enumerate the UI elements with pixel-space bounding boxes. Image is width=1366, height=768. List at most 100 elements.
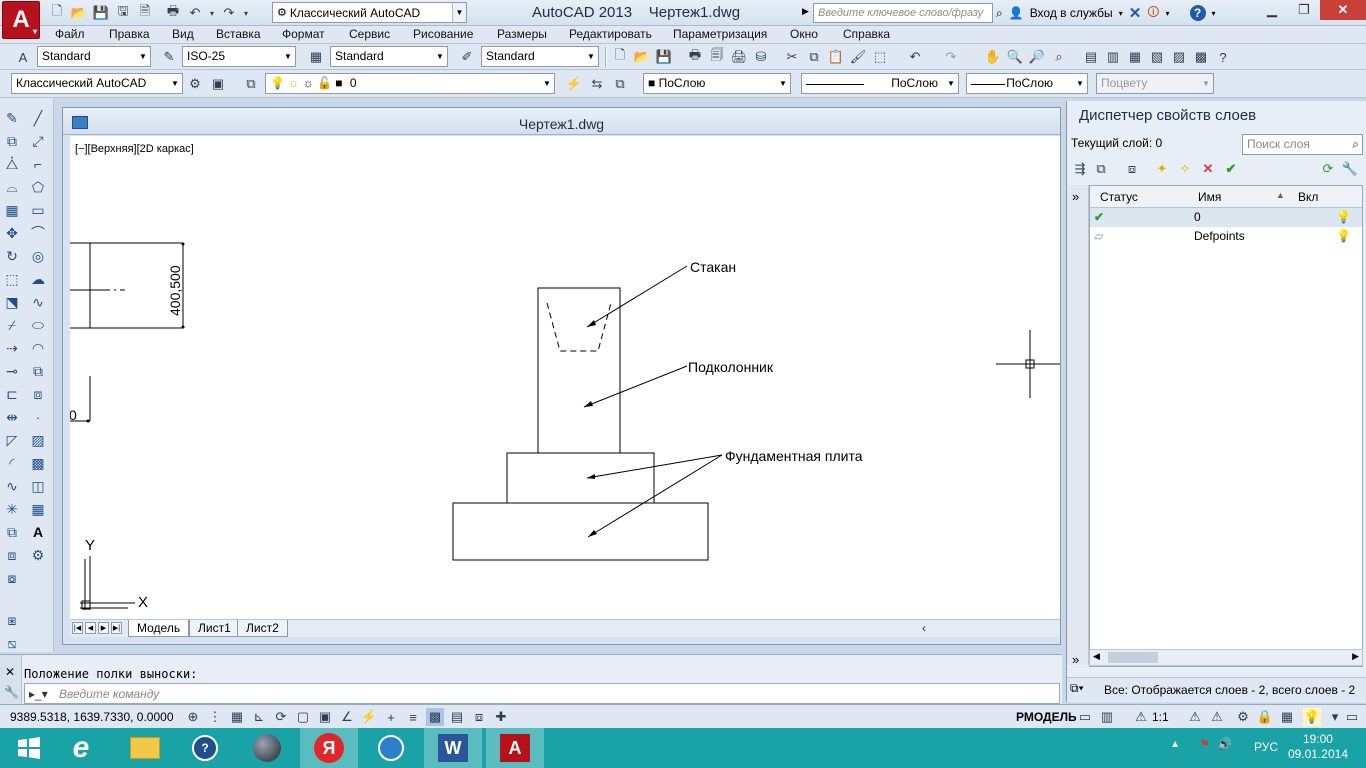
scroll-thumb[interactable]	[1108, 652, 1158, 663]
application-menu-button[interactable]: A ▾	[2, 1, 40, 39]
dim-style-icon[interactable]: ✎	[160, 48, 178, 66]
color-select[interactable]: ■ ПоСлою ▼	[643, 73, 791, 94]
input-language[interactable]: РУС	[1254, 740, 1278, 754]
zoom-previous-icon[interactable]: ⌕	[1050, 48, 1068, 66]
layer-states-icon[interactable]: ⧉	[611, 75, 629, 93]
publish-3d-icon[interactable]: ⛁	[752, 48, 770, 66]
layer-list-hscrollbar[interactable]: ◀ ▶	[1089, 649, 1363, 666]
workspace-settings-icon[interactable]: ▣	[209, 75, 227, 93]
column-status[interactable]: Статус	[1100, 190, 1138, 204]
layer-previous-icon[interactable]: ⇆	[588, 75, 606, 93]
object-snap-icon[interactable]: ▢	[294, 708, 312, 726]
signin-button[interactable]: Вход в службы	[1030, 6, 1113, 20]
markup-icon[interactable]: ▨	[1170, 48, 1188, 66]
layout-icon[interactable]: ▥	[1098, 708, 1116, 726]
taskbar-remote[interactable]	[362, 728, 420, 768]
grid-icon[interactable]: ▦	[228, 708, 246, 726]
new-property-filter-icon[interactable]: ⇶	[1071, 160, 1089, 178]
print-icon[interactable]: 🖶	[686, 47, 704, 66]
help-icon[interactable]: ?	[1189, 5, 1206, 21]
rotate-icon[interactable]: ↻	[2, 246, 22, 266]
explode-icon[interactable]: ✳	[2, 499, 22, 519]
erase-icon[interactable]: ✎	[2, 108, 22, 128]
taskbar-media[interactable]	[238, 728, 296, 768]
move-icon[interactable]: ✥	[2, 223, 22, 243]
menu-draw[interactable]: Рисование	[413, 27, 473, 41]
table-style-icon[interactable]: ▦	[307, 48, 325, 66]
infer-constraints-icon[interactable]: ⊕	[184, 708, 202, 726]
layer-states-icon[interactable]: ⧈	[1123, 160, 1141, 178]
expand-filter-icon[interactable]: »	[1072, 189, 1079, 204]
region-icon[interactable]: ◫	[28, 476, 48, 496]
break-icon[interactable]: ⊏	[2, 384, 22, 404]
exchange-icon[interactable]: ✕	[1129, 4, 1142, 22]
trim-icon[interactable]: ⌿	[2, 315, 22, 335]
gear-icon[interactable]: ⚙	[186, 75, 204, 93]
hatch-back-icon[interactable]: ⧅	[2, 633, 22, 653]
clock[interactable]: 19:00 09.01.2014	[1288, 732, 1348, 762]
save-icon[interactable]: 💾	[92, 4, 110, 22]
annotation-scale-select[interactable]: 1:1	[1152, 710, 1169, 724]
refresh-icon[interactable]: ⟳	[1319, 160, 1337, 178]
menu-insert[interactable]: Вставка	[216, 27, 261, 41]
print-icon[interactable]: 🖶	[164, 3, 182, 22]
delete-layer-icon[interactable]: ✕	[1199, 160, 1217, 178]
command-prompt-icon[interactable]: ▸_▾	[29, 687, 48, 701]
lightbulb-icon[interactable]: 💡	[1336, 210, 1351, 224]
status-menu-icon[interactable]: ▾	[1326, 708, 1344, 726]
new-group-filter-icon[interactable]: ⧉	[1092, 160, 1110, 178]
command-input[interactable]: ▸_▾ Введите команду	[24, 683, 1060, 704]
chevron-down-icon[interactable]: ▾	[1119, 9, 1123, 18]
lineweight-icon[interactable]: ≡	[404, 708, 422, 726]
properties-icon[interactable]: ▤	[1082, 48, 1100, 66]
open-file-icon[interactable]: 📂	[70, 4, 88, 22]
table-style-select[interactable]: Standard ▼	[330, 46, 448, 67]
rectangle-icon[interactable]: ▭	[28, 200, 48, 220]
taskbar-file-explorer[interactable]	[116, 728, 174, 768]
copy-icon[interactable]: ⧉	[805, 48, 823, 66]
offset-icon[interactable]: ⌓	[2, 177, 22, 197]
menu-window[interactable]: Окно	[790, 27, 818, 41]
tab-layout1[interactable]: Лист1	[189, 620, 240, 637]
cut-icon[interactable]: ✂	[783, 48, 801, 66]
menu-parametric[interactable]: Параметризация	[673, 27, 767, 41]
send-back-icon[interactable]: ⧇	[2, 568, 22, 588]
taskbar-word[interactable]: W	[424, 728, 482, 768]
paste-icon[interactable]: 📋	[827, 48, 845, 66]
annotation-visibility-icon[interactable]: ⚠	[1186, 708, 1204, 726]
snap-mode-icon[interactable]: ⋮	[206, 708, 224, 726]
break-at-point-icon[interactable]: ⊸	[2, 361, 22, 381]
join-icon[interactable]: ⇹	[2, 407, 22, 427]
save-icon[interactable]: 💾	[655, 48, 673, 66]
filter-icon[interactable]: ⧉▾	[1070, 681, 1084, 696]
copy-object-icon[interactable]: ⧉	[2, 131, 22, 151]
collapse-filter-icon[interactable]: »	[1072, 652, 1079, 667]
settings-wrench-icon[interactable]: 🔧	[1341, 160, 1359, 178]
mleader-style-icon[interactable]: ✐	[458, 48, 476, 66]
workspace-select[interactable]: Классический AutoCAD ▼	[11, 73, 183, 94]
plot-preview-icon[interactable]: 🗎	[136, 3, 154, 22]
taskbar-yandex-browser[interactable]: Я	[300, 728, 358, 768]
model-icon[interactable]: ▭	[1076, 708, 1094, 726]
layer-row[interactable]: ▱ Defpoints 💡	[1090, 227, 1362, 246]
menu-format[interactable]: Формат	[282, 27, 325, 41]
tool-palettes-icon[interactable]: ▦	[1126, 48, 1144, 66]
last-tab-button[interactable]: ▶|	[111, 622, 122, 634]
open-file-icon[interactable]: 📂	[633, 48, 651, 66]
blend-icon[interactable]: ∿	[2, 476, 22, 496]
zoom-realtime-icon[interactable]: 🔍	[1006, 48, 1024, 66]
revision-cloud-icon[interactable]: ☁	[28, 269, 48, 289]
subscription-icon[interactable]: 🛈	[1147, 3, 1159, 24]
annotation-scale-icon[interactable]: ⚠	[1132, 708, 1150, 726]
multiline-text-icon[interactable]: A	[28, 522, 48, 542]
tray-expand-icon[interactable]: ▲	[1170, 739, 1180, 750]
text-style-icon[interactable]: A	[14, 48, 32, 66]
undo-icon[interactable]: ↶	[186, 4, 204, 22]
ellipse-icon[interactable]: ⬭	[28, 315, 48, 335]
plotstyle-select[interactable]: Поцвету ▼	[1096, 73, 1214, 94]
workspace-select[interactable]: ⚙ Классический AutoCAD ▼	[272, 2, 467, 23]
plot-preview-icon[interactable]: 🗐	[708, 47, 726, 66]
scroll-left-button[interactable]: ‹	[922, 621, 926, 635]
polygon-icon[interactable]: ⬠	[28, 177, 48, 197]
menu-help[interactable]: Справка	[843, 27, 890, 41]
